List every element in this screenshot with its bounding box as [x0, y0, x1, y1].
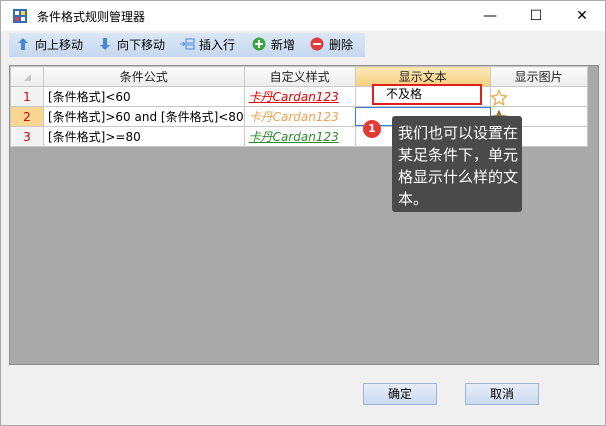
header-formula[interactable]: 条件公式 [43, 66, 245, 87]
header-style[interactable]: 自定义样式 [243, 66, 356, 87]
row-number[interactable]: 1 [10, 86, 44, 107]
maximize-button[interactable]: ☐ [513, 1, 559, 31]
ok-button[interactable]: 确定 [363, 383, 437, 405]
rules-grid: 条件公式 自定义样式 显示文本 显示图片 1 [条件格式]<60 卡丹Carda… [9, 65, 599, 365]
header-row: 条件公式 自定义样式 显示文本 显示图片 [10, 66, 588, 87]
delete-icon [309, 37, 325, 55]
step-badge: 1 [363, 120, 381, 138]
add-button[interactable]: 新增 [251, 33, 295, 57]
move-down-button[interactable]: 向下移动 [97, 33, 165, 57]
delete-label: 删除 [329, 38, 354, 52]
arrow-down-icon [97, 37, 113, 55]
insert-row-label: 插入行 [199, 38, 236, 52]
formula-cell[interactable]: [条件格式]>=80 [43, 126, 245, 147]
add-label: 新增 [271, 38, 296, 52]
formula-cell[interactable]: [条件格式]<60 [43, 86, 245, 107]
close-button[interactable]: ✕ [559, 1, 605, 31]
style-cell[interactable]: 卡丹Cardan123 [243, 126, 356, 147]
title-bar: 条件格式规则管理器 — ☐ ✕ [1, 1, 605, 31]
delete-button[interactable]: 删除 [309, 33, 353, 57]
corner-cell[interactable] [10, 66, 44, 87]
arrow-up-icon [15, 37, 31, 55]
style-cell[interactable]: 卡丹Cardan123 [243, 106, 356, 127]
row-number[interactable]: 2 [10, 106, 44, 127]
app-icon [13, 9, 27, 23]
display-text-editor[interactable]: 不及格 [372, 84, 482, 105]
style-cell[interactable]: 卡丹Cardan123 [243, 86, 356, 107]
move-up-button[interactable]: 向上移动 [15, 33, 83, 57]
insert-row-icon [179, 37, 195, 55]
row-number[interactable]: 3 [10, 126, 44, 147]
move-up-label: 向上移动 [35, 38, 84, 52]
move-down-label: 向下移动 [117, 38, 166, 52]
window-title: 条件格式规则管理器 [37, 10, 146, 24]
toolbar: 向上移动 向下移动 插入行 新增 删除 [9, 33, 365, 57]
minimize-button[interactable]: — [467, 1, 513, 31]
dialog-window: 条件格式规则管理器 — ☐ ✕ 向上移动 向下移动 插入行 新增 删除 条件公式… [0, 0, 606, 426]
star-outline-icon[interactable] [490, 89, 508, 107]
insert-row-button[interactable]: 插入行 [179, 33, 235, 57]
formula-cell[interactable]: [条件格式]>60 and [条件格式]<80 [43, 106, 245, 127]
header-display-image[interactable]: 显示图片 [489, 66, 588, 87]
tooltip-callout: 我们也可以设置在某足条件下，单元格显示什么样的文本。 [392, 116, 522, 212]
add-icon [251, 37, 267, 55]
callout-text: 我们也可以设置在某足条件下，单元格显示什么样的文本。 [398, 124, 519, 208]
corner-mark-icon [23, 73, 31, 81]
cancel-button[interactable]: 取消 [465, 383, 539, 405]
